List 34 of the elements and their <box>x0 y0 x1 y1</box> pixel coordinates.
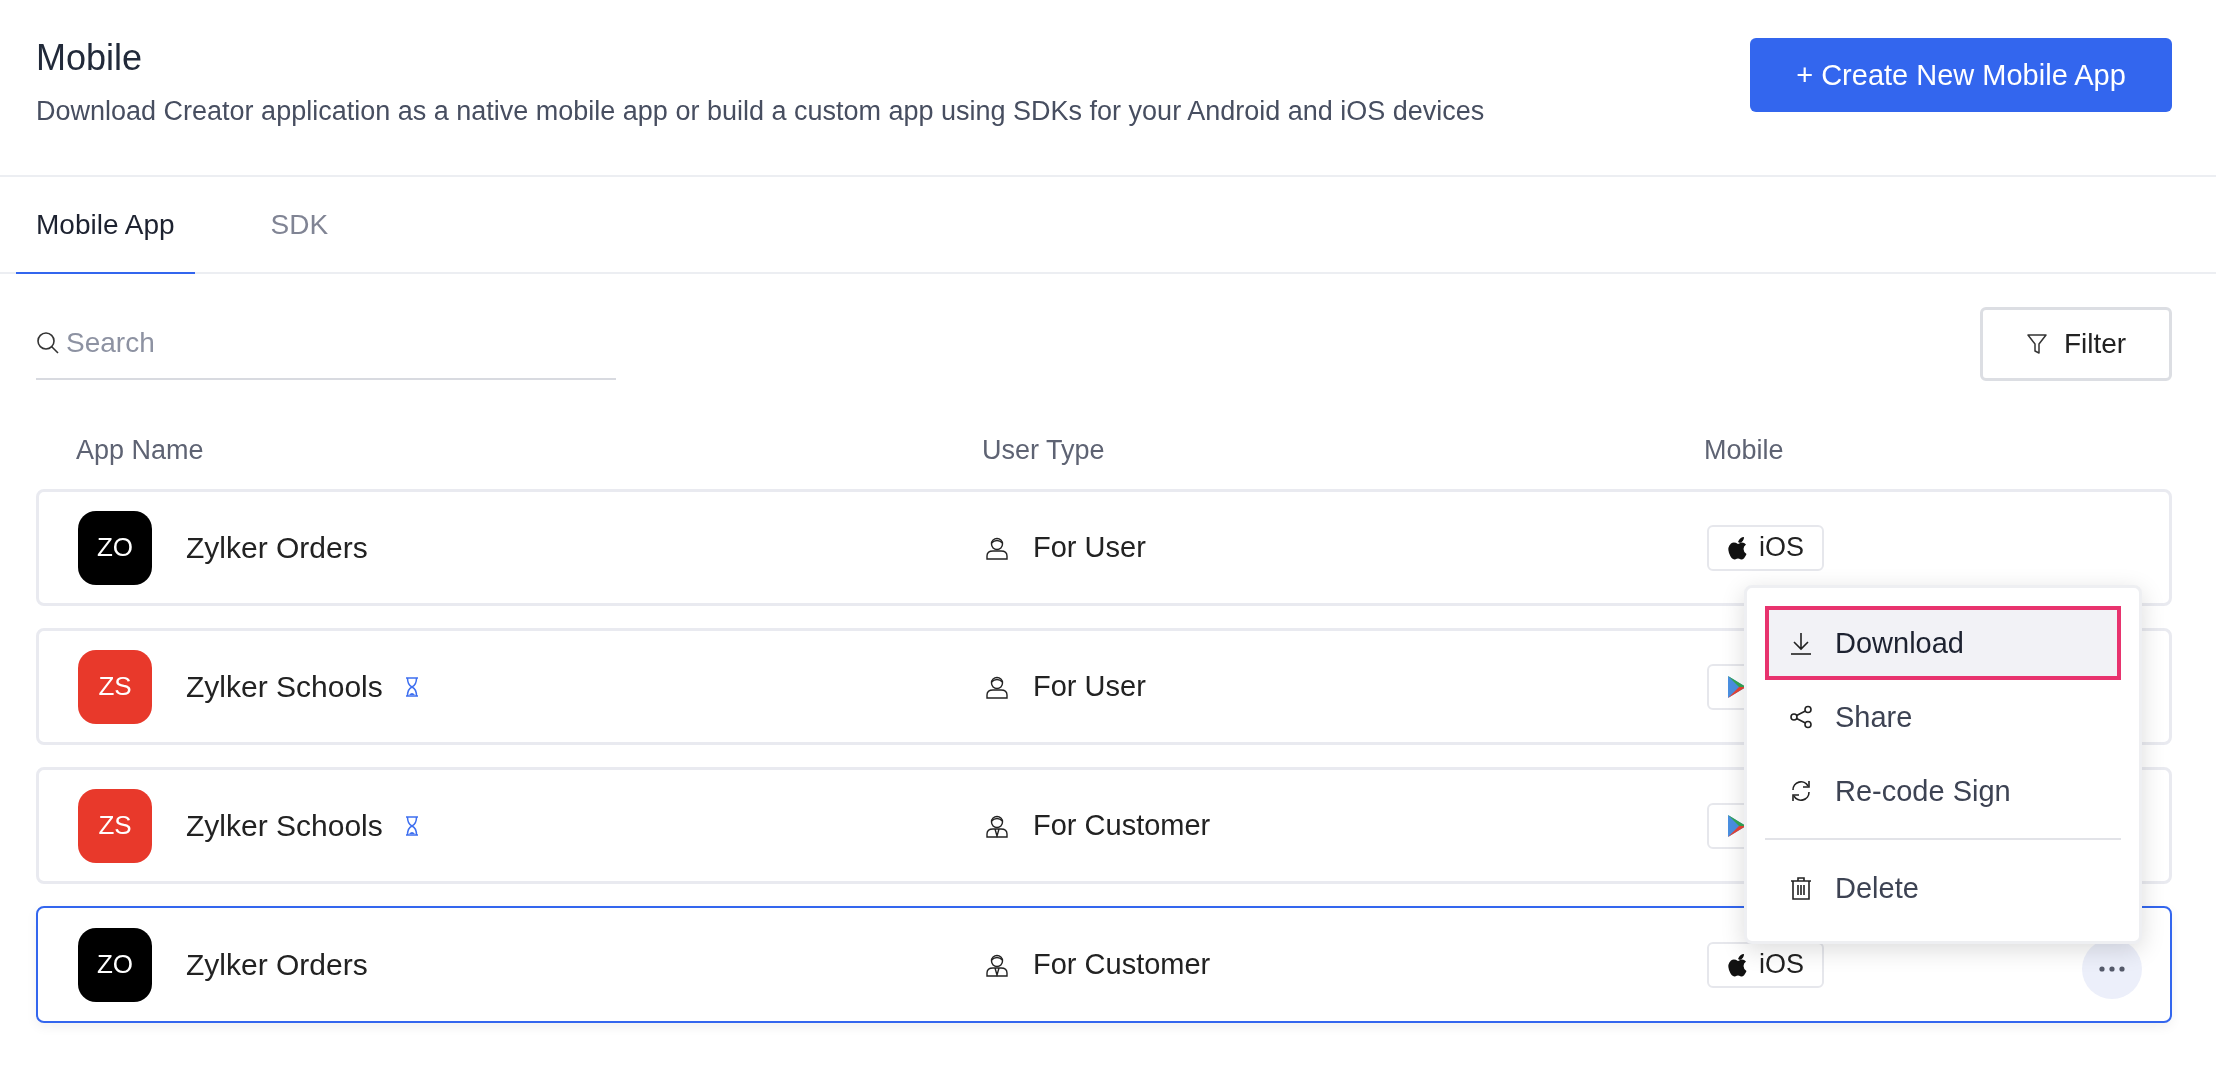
app-name: Zylker Schools <box>186 808 383 843</box>
filter-button[interactable]: Filter <box>1980 307 2172 381</box>
filter-icon <box>2025 332 2048 356</box>
tab[interactable]: Mobile App <box>16 177 195 274</box>
user-type: For Customer <box>1033 948 1211 981</box>
user-type: For Customer <box>1033 809 1211 842</box>
search-field[interactable]: Search <box>66 325 366 361</box>
app-name: Zylker Orders <box>186 947 368 982</box>
app-row[interactable]: ZO Zylker Orders For Customer iOS <box>36 906 2172 1023</box>
app-avatar: ZS <box>78 788 152 863</box>
create-app-button[interactable]: + Create New Mobile App <box>1750 38 2172 112</box>
column-header: App Name <box>76 435 205 467</box>
app-avatar: ZO <box>78 510 152 585</box>
more-icon <box>2099 966 2125 972</box>
app-row[interactable]: ZO Zylker Orders For User iOS <box>36 489 2172 606</box>
user-type: For User <box>1033 670 1146 703</box>
page-title: Mobile <box>36 37 144 79</box>
trash-icon <box>1789 875 1813 901</box>
platform-label: iOS <box>1759 949 1804 980</box>
app-avatar: ZS <box>78 649 152 724</box>
share-icon <box>1789 704 1813 730</box>
menu-item[interactable]: Download <box>1765 606 2121 680</box>
platform-label: iOS <box>1759 532 1804 563</box>
user-type: For User <box>1033 531 1146 564</box>
page-description: Download Creator application as a native mobile app or build a custom app using SDKs for your Android and iOS devices <box>36 95 1485 127</box>
app-avatar: ZO <box>78 927 152 1002</box>
search-icon <box>36 331 60 355</box>
refresh-icon <box>1789 778 1813 804</box>
column-header: Mobile <box>1704 435 1785 467</box>
app-name: Zylker Schools <box>186 669 383 704</box>
tab[interactable]: SDK <box>250 177 349 274</box>
column-header: User Type <box>982 435 1106 467</box>
download-icon <box>1789 630 1813 656</box>
app-name: Zylker Orders <box>186 530 368 565</box>
